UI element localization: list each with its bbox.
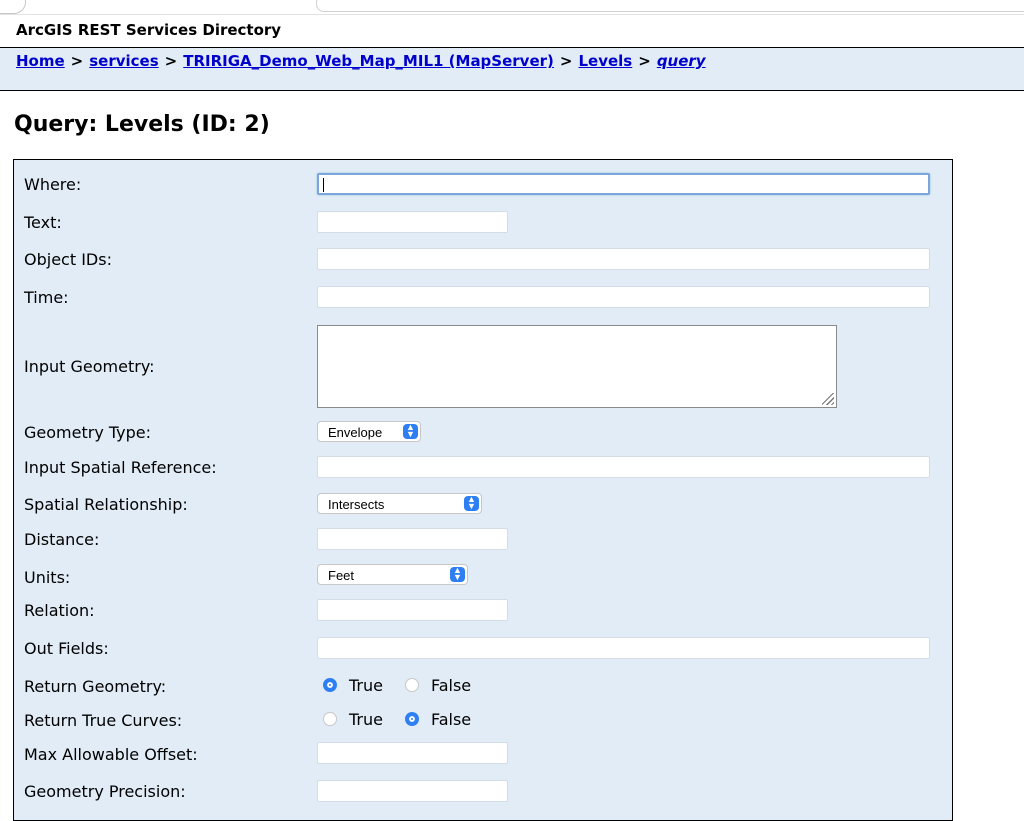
out-fields-label: Out Fields:	[24, 639, 109, 658]
breadcrumb-query-link[interactable]: query	[657, 52, 706, 70]
breadcrumb-separator: >	[70, 52, 84, 70]
max-allowable-offset-input[interactable]	[317, 742, 508, 764]
page-title: Query: Levels (ID: 2)	[14, 112, 270, 137]
object-ids-label: Object IDs:	[24, 250, 112, 269]
breadcrumb-separator: >	[638, 52, 651, 70]
where-input[interactable]	[317, 173, 930, 195]
text-input[interactable]	[317, 211, 508, 233]
units-label: Units:	[24, 568, 71, 587]
geometry-type-value: Envelope	[328, 425, 383, 440]
breadcrumb-separator: >	[559, 52, 573, 70]
out-fields-input[interactable]	[317, 637, 930, 659]
return-true-curves-label: Return True Curves:	[24, 711, 183, 730]
select-chevron-icon: ▲ ▼	[450, 566, 465, 582]
input-geometry-textarea[interactable]	[317, 325, 837, 408]
spatial-relationship-label: Spatial Relationship:	[24, 495, 188, 514]
return-geometry-true-radio[interactable]	[323, 678, 337, 692]
return-true-curves-false-radio[interactable]	[404, 712, 419, 726]
return-true-curves-options: True False	[323, 710, 493, 729]
time-label: Time:	[24, 288, 69, 307]
breadcrumb-separator: >	[164, 52, 178, 70]
resize-grip-icon[interactable]	[822, 393, 834, 405]
object-ids-input[interactable]	[317, 248, 930, 270]
units-value: Feet	[328, 568, 355, 583]
input-spatial-reference-input[interactable]	[317, 456, 930, 478]
input-spatial-reference-label: Input Spatial Reference:	[24, 458, 217, 477]
spatial-relationship-select[interactable]: Intersects ▲ ▼	[317, 493, 482, 514]
return-geometry-options: True False	[323, 676, 493, 695]
directory-title: ArcGIS REST Services Directory	[16, 21, 282, 39]
max-allowable-offset-label: Max Allowable Offset:	[24, 745, 198, 764]
geometry-type-label: Geometry Type:	[24, 423, 152, 442]
units-select[interactable]: Feet ▲ ▼	[317, 564, 468, 585]
radio-label: False	[430, 710, 472, 729]
select-chevron-icon: ▲ ▼	[464, 495, 479, 511]
query-form: Where: Text: Object IDs: Time: Input Geo…	[13, 159, 953, 821]
time-input[interactable]	[317, 286, 930, 308]
distance-label: Distance:	[24, 530, 100, 549]
browser-address-bar[interactable]	[316, 0, 1024, 12]
text-caret	[323, 178, 324, 192]
return-geometry-false-radio[interactable]	[404, 678, 419, 692]
where-label: Where:	[24, 175, 82, 194]
breadcrumb-mapserver-link[interactable]: TRIRIGA_Demo_Web_Map_MIL1 (MapServer)	[183, 52, 554, 70]
select-chevron-icon: ▲ ▼	[403, 423, 418, 439]
radio-label: True	[349, 676, 383, 695]
breadcrumb-home-link[interactable]: Home	[16, 52, 65, 70]
geometry-precision-input[interactable]	[317, 780, 508, 802]
distance-input[interactable]	[317, 528, 508, 550]
relation-label: Relation:	[24, 601, 95, 620]
breadcrumb-levels-link[interactable]: Levels	[578, 52, 632, 70]
radio-label: True	[349, 710, 383, 729]
breadcrumb-services-link[interactable]: services	[89, 52, 158, 70]
return-true-curves-true-radio[interactable]	[323, 712, 337, 726]
spatial-relationship-value: Intersects	[328, 497, 385, 512]
return-geometry-label: Return Geometry:	[24, 677, 167, 696]
relation-input[interactable]	[317, 599, 508, 621]
text-label: Text:	[24, 213, 62, 232]
input-geometry-label: Input Geometry:	[24, 357, 155, 376]
breadcrumb: Home > services > TRIRIGA_Demo_Web_Map_MIL1 …	[0, 48, 1024, 91]
browser-back-button[interactable]	[0, 0, 26, 14]
geometry-precision-label: Geometry Precision:	[24, 782, 186, 801]
geometry-type-select[interactable]: Envelope ▲ ▼	[317, 421, 421, 442]
browser-top-strip	[0, 0, 1024, 15]
radio-label: False	[430, 676, 472, 695]
